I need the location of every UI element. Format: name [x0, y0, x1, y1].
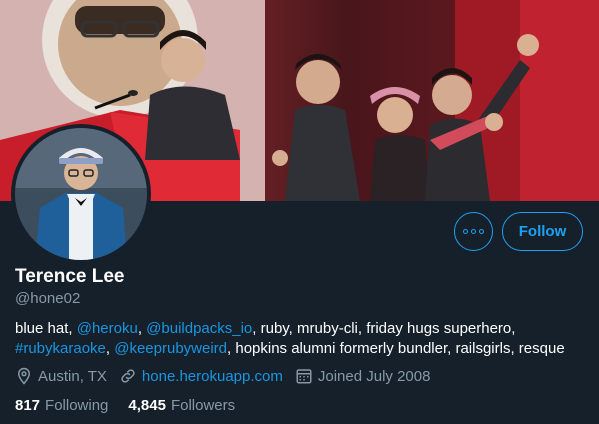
profile-location: Austin, TX — [15, 367, 107, 385]
profile-avatar[interactable] — [11, 124, 151, 264]
bio-text: , hopkins alumni formerly bundler, rails… — [227, 340, 565, 357]
profile-name: Terence Lee — [15, 266, 125, 287]
following-count: 817 — [15, 397, 41, 414]
profile-stats: 817 Following 4,845 Followers — [15, 397, 255, 414]
profile-meta: Austin, TX hone.herokuapp.com Joined Jul… — [15, 367, 442, 385]
bio-hashtag-rubykaraoke[interactable]: #rubykaraoke — [15, 340, 106, 357]
bio-mention-buildpacks[interactable]: @buildpacks_io — [146, 320, 252, 337]
profile-website[interactable]: hone.herokuapp.com — [119, 367, 283, 385]
link-icon — [121, 369, 135, 383]
followers-count: 4,845 — [128, 397, 166, 414]
profile-joined: Joined July 2008 — [295, 367, 431, 385]
more-options-button[interactable] — [454, 212, 493, 251]
bio-mention-heroku[interactable]: @heroku — [77, 320, 138, 337]
avatar-photo — [15, 128, 147, 260]
follow-button[interactable]: Follow — [502, 212, 583, 251]
profile-bio: blue hat, @heroku, @buildpacks_io, ruby,… — [15, 319, 590, 359]
profile-handle: @hone02 — [15, 290, 81, 307]
location-text: Austin, TX — [38, 367, 107, 385]
location-pin-icon — [17, 367, 31, 385]
joined-text: Joined July 2008 — [317, 367, 431, 385]
bio-text: blue hat, — [15, 320, 77, 337]
website-link[interactable]: hone.herokuapp.com — [142, 368, 283, 385]
bio-text: , — [137, 320, 147, 337]
calendar-icon — [296, 369, 312, 384]
bio-text: , ruby, mruby-cli, friday hugs superhero… — [252, 320, 516, 337]
more-horizontal-icon — [471, 229, 476, 234]
bio-mention-keeprubyweird[interactable]: @keeprubyweird — [114, 340, 227, 357]
bio-text: , — [105, 340, 115, 357]
following-stat[interactable]: 817 Following — [15, 397, 108, 414]
following-label: Following — [45, 397, 109, 414]
followers-stat[interactable]: 4,845 Followers — [128, 397, 235, 414]
followers-label: Followers — [170, 397, 236, 414]
more-horizontal-icon — [463, 229, 468, 234]
more-horizontal-icon — [479, 229, 484, 234]
